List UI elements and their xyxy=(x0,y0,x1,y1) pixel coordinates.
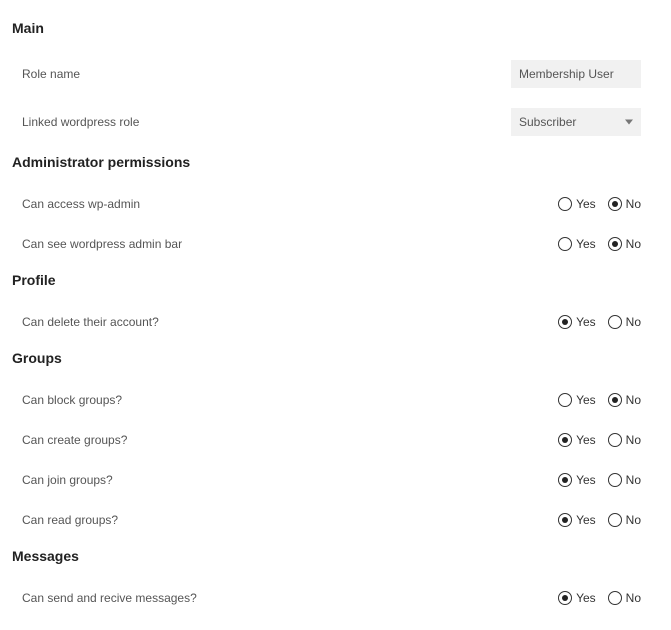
radio-label-no: No xyxy=(626,513,641,527)
radio-label-no: No xyxy=(626,315,641,329)
radio-icon xyxy=(558,513,572,527)
label-delete-account: Can delete their account? xyxy=(22,315,558,329)
linked-wp-role-value: Subscriber xyxy=(519,115,576,129)
radio-see-admin-bar-yes[interactable]: Yes xyxy=(558,237,596,251)
radio-delete-account-no[interactable]: No xyxy=(608,315,641,329)
radio-block-groups-yes[interactable]: Yes xyxy=(558,393,596,407)
radio-label-yes: Yes xyxy=(576,433,596,447)
radio-delete-account-yes[interactable]: Yes xyxy=(558,315,596,329)
radio-label-yes: Yes xyxy=(576,591,596,605)
radio-label-no: No xyxy=(626,433,641,447)
radio-icon xyxy=(558,433,572,447)
radio-label-yes: Yes xyxy=(576,473,596,487)
radio-send-receive-yes[interactable]: Yes xyxy=(558,591,596,605)
radio-label-no: No xyxy=(626,237,641,251)
label-access-wp-admin: Can access wp-admin xyxy=(22,197,558,211)
radio-icon xyxy=(558,237,572,251)
radio-create-groups-yes[interactable]: Yes xyxy=(558,433,596,447)
section-title-messages: Messages xyxy=(12,548,659,564)
radio-label-yes: Yes xyxy=(576,237,596,251)
row-access-wp-admin: Can access wp-admin Yes No xyxy=(12,184,659,224)
label-read-groups: Can read groups? xyxy=(22,513,558,527)
label-block-groups: Can block groups? xyxy=(22,393,558,407)
radio-label-no: No xyxy=(626,591,641,605)
radio-create-groups-no[interactable]: No xyxy=(608,433,641,447)
label-create-groups: Can create groups? xyxy=(22,433,558,447)
radio-icon xyxy=(558,315,572,329)
label-join-groups: Can join groups? xyxy=(22,473,558,487)
radio-label-no: No xyxy=(626,473,641,487)
label-linked-wp-role: Linked wordpress role xyxy=(22,115,511,129)
radio-access-wp-admin-yes[interactable]: Yes xyxy=(558,197,596,211)
row-delete-account: Can delete their account? Yes No xyxy=(12,302,659,342)
radio-read-groups-yes[interactable]: Yes xyxy=(558,513,596,527)
radio-icon xyxy=(558,393,572,407)
radio-icon xyxy=(608,473,622,487)
section-title-groups: Groups xyxy=(12,350,659,366)
chevron-down-icon xyxy=(625,120,633,125)
radio-label-yes: Yes xyxy=(576,197,596,211)
section-title-main: Main xyxy=(12,20,659,36)
label-send-receive-messages: Can send and recive messages? xyxy=(22,591,558,605)
radio-label-yes: Yes xyxy=(576,315,596,329)
radio-label-yes: Yes xyxy=(576,513,596,527)
linked-wp-role-select[interactable]: Subscriber xyxy=(511,108,641,136)
radio-access-wp-admin-no[interactable]: No xyxy=(608,197,641,211)
radio-icon xyxy=(608,393,622,407)
label-role-name: Role name xyxy=(22,67,511,81)
section-title-profile: Profile xyxy=(12,272,659,288)
label-see-admin-bar: Can see wordpress admin bar xyxy=(22,237,558,251)
radio-send-receive-no[interactable]: No xyxy=(608,591,641,605)
section-title-admin: Administrator permissions xyxy=(12,154,659,170)
row-create-groups: Can create groups? Yes No xyxy=(12,420,659,460)
radio-label-no: No xyxy=(626,393,641,407)
radio-icon xyxy=(608,513,622,527)
row-join-groups: Can join groups? Yes No xyxy=(12,460,659,500)
radio-join-groups-yes[interactable]: Yes xyxy=(558,473,596,487)
radio-icon xyxy=(608,237,622,251)
radio-icon xyxy=(558,197,572,211)
row-block-groups: Can block groups? Yes No xyxy=(12,380,659,420)
radio-join-groups-no[interactable]: No xyxy=(608,473,641,487)
row-linked-wp-role: Linked wordpress role Subscriber xyxy=(12,98,659,146)
row-read-groups: Can read groups? Yes No xyxy=(12,500,659,540)
role-name-input[interactable] xyxy=(511,60,641,88)
radio-see-admin-bar-no[interactable]: No xyxy=(608,237,641,251)
row-see-admin-bar: Can see wordpress admin bar Yes No xyxy=(12,224,659,264)
row-send-receive-messages: Can send and recive messages? Yes No xyxy=(12,578,659,618)
radio-icon xyxy=(608,591,622,605)
radio-icon xyxy=(558,473,572,487)
radio-label-yes: Yes xyxy=(576,393,596,407)
radio-icon xyxy=(558,591,572,605)
radio-read-groups-no[interactable]: No xyxy=(608,513,641,527)
radio-icon xyxy=(608,315,622,329)
radio-block-groups-no[interactable]: No xyxy=(608,393,641,407)
radio-icon xyxy=(608,197,622,211)
radio-icon xyxy=(608,433,622,447)
row-role-name: Role name xyxy=(12,50,659,98)
radio-label-no: No xyxy=(626,197,641,211)
